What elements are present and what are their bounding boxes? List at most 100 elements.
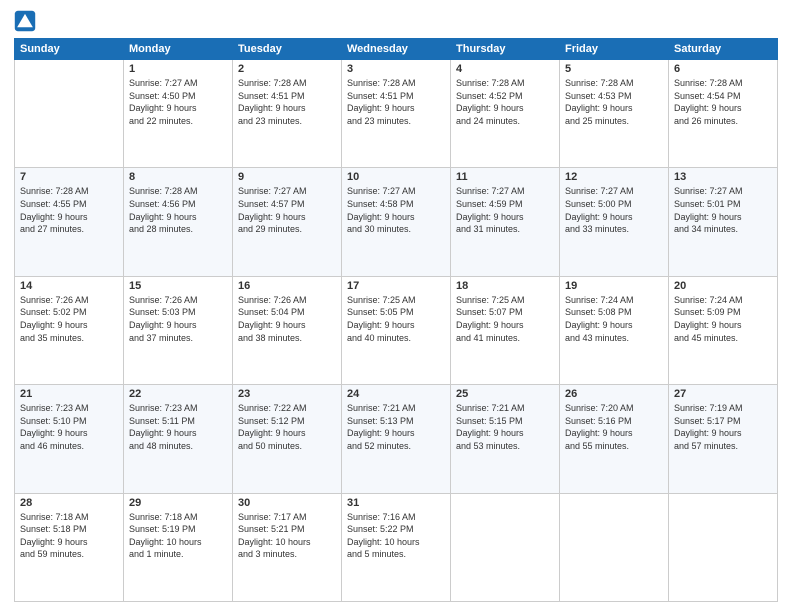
- calendar-cell: 9 Sunrise: 7:27 AMSunset: 4:57 PMDaylight…: [233, 168, 342, 276]
- logo-icon: [14, 10, 36, 32]
- calendar-cell: 18 Sunrise: 7:25 AMSunset: 5:07 PMDayligh…: [451, 276, 560, 384]
- calendar-cell: [451, 493, 560, 601]
- calendar-cell: 24 Sunrise: 7:21 AMSunset: 5:13 PMDayligh…: [342, 385, 451, 493]
- calendar-table: SundayMondayTuesdayWednesdayThursdayFrid…: [14, 38, 778, 602]
- page: SundayMondayTuesdayWednesdayThursdayFrid…: [0, 0, 792, 612]
- day-number: 10: [347, 171, 445, 183]
- day-info: Sunrise: 7:23 AMSunset: 5:11 PMDaylight:…: [129, 402, 227, 452]
- weekday-header-friday: Friday: [560, 39, 669, 60]
- calendar-cell: 8 Sunrise: 7:28 AMSunset: 4:56 PMDaylight…: [124, 168, 233, 276]
- calendar-cell: 17 Sunrise: 7:25 AMSunset: 5:05 PMDayligh…: [342, 276, 451, 384]
- day-info: Sunrise: 7:22 AMSunset: 5:12 PMDaylight:…: [238, 402, 336, 452]
- logo: [14, 10, 40, 32]
- calendar-cell: 27Sunrise: 7:19 AMSunset: 5:17 PMDayligh…: [669, 385, 778, 493]
- weekday-header-wednesday: Wednesday: [342, 39, 451, 60]
- day-info: Sunrise: 7:26 AMSunset: 5:02 PMDaylight:…: [20, 294, 118, 344]
- day-number: 9: [238, 171, 336, 183]
- day-info: Sunrise: 7:21 AMSunset: 5:13 PMDaylight:…: [347, 402, 445, 452]
- day-info: Sunrise: 7:20 AMSunset: 5:16 PMDaylight:…: [565, 402, 663, 452]
- calendar-cell: 5Sunrise: 7:28 AMSunset: 4:53 PMDaylight…: [560, 60, 669, 168]
- day-info: Sunrise: 7:27 AMSunset: 4:59 PMDaylight:…: [456, 185, 554, 235]
- day-number: 11: [456, 171, 554, 183]
- day-info: Sunrise: 7:17 AMSunset: 5:21 PMDaylight:…: [238, 511, 336, 561]
- calendar-cell: 16 Sunrise: 7:26 AMSunset: 5:04 PMDayligh…: [233, 276, 342, 384]
- day-number: 29: [129, 497, 227, 509]
- calendar-cell: 19 Sunrise: 7:24 AMSunset: 5:08 PMDayligh…: [560, 276, 669, 384]
- day-info: Sunrise: 7:27 AMSunset: 4:58 PMDaylight:…: [347, 185, 445, 235]
- day-number: 23: [238, 388, 336, 400]
- calendar-cell: [669, 493, 778, 601]
- day-info: Sunrise: 7:26 AMSunset: 5:03 PMDaylight:…: [129, 294, 227, 344]
- day-info: Sunrise: 7:25 AMSunset: 5:07 PMDaylight:…: [456, 294, 554, 344]
- calendar-cell: 7Sunrise: 7:28 AMSunset: 4:55 PMDaylight…: [15, 168, 124, 276]
- day-info: Sunrise: 7:28 AMSunset: 4:53 PMDaylight:…: [565, 77, 663, 127]
- day-number: 28: [20, 497, 118, 509]
- day-info: Sunrise: 7:18 AMSunset: 5:19 PMDaylight:…: [129, 511, 227, 561]
- calendar-cell: 10 Sunrise: 7:27 AMSunset: 4:58 PMDayligh…: [342, 168, 451, 276]
- calendar-cell: 21Sunrise: 7:23 AMSunset: 5:10 PMDayligh…: [15, 385, 124, 493]
- day-number: 20: [674, 280, 772, 292]
- day-info: Sunrise: 7:23 AMSunset: 5:10 PMDaylight:…: [20, 402, 118, 452]
- calendar-week-5: 28Sunrise: 7:18 AMSunset: 5:18 PMDayligh…: [15, 493, 778, 601]
- day-number: 16: [238, 280, 336, 292]
- day-number: 6: [674, 63, 772, 75]
- day-info: Sunrise: 7:26 AMSunset: 5:04 PMDaylight:…: [238, 294, 336, 344]
- calendar-cell: 3 Sunrise: 7:28 AMSunset: 4:51 PMDaylight…: [342, 60, 451, 168]
- day-info: Sunrise: 7:24 AMSunset: 5:08 PMDaylight:…: [565, 294, 663, 344]
- calendar-cell: 4 Sunrise: 7:28 AMSunset: 4:52 PMDaylight…: [451, 60, 560, 168]
- calendar-cell: 29 Sunrise: 7:18 AMSunset: 5:19 PMDayligh…: [124, 493, 233, 601]
- calendar-cell: 22 Sunrise: 7:23 AMSunset: 5:11 PMDayligh…: [124, 385, 233, 493]
- day-number: 25: [456, 388, 554, 400]
- day-info: Sunrise: 7:16 AMSunset: 5:22 PMDaylight:…: [347, 511, 445, 561]
- day-number: 4: [456, 63, 554, 75]
- calendar-cell: 28Sunrise: 7:18 AMSunset: 5:18 PMDayligh…: [15, 493, 124, 601]
- day-number: 1: [129, 63, 227, 75]
- calendar-cell: 30 Sunrise: 7:17 AMSunset: 5:21 PMDayligh…: [233, 493, 342, 601]
- day-number: 27: [674, 388, 772, 400]
- weekday-header-thursday: Thursday: [451, 39, 560, 60]
- calendar-cell: 31 Sunrise: 7:16 AMSunset: 5:22 PMDayligh…: [342, 493, 451, 601]
- day-number: 12: [565, 171, 663, 183]
- calendar-week-3: 14Sunrise: 7:26 AMSunset: 5:02 PMDayligh…: [15, 276, 778, 384]
- day-number: 31: [347, 497, 445, 509]
- day-info: Sunrise: 7:21 AMSunset: 5:15 PMDaylight:…: [456, 402, 554, 452]
- day-info: Sunrise: 7:28 AMSunset: 4:51 PMDaylight:…: [238, 77, 336, 127]
- calendar-cell: 11 Sunrise: 7:27 AMSunset: 4:59 PMDayligh…: [451, 168, 560, 276]
- calendar-cell: [15, 60, 124, 168]
- day-number: 24: [347, 388, 445, 400]
- calendar-week-2: 7Sunrise: 7:28 AMSunset: 4:55 PMDaylight…: [15, 168, 778, 276]
- calendar-cell: 25 Sunrise: 7:21 AMSunset: 5:15 PMDayligh…: [451, 385, 560, 493]
- day-info: Sunrise: 7:24 AMSunset: 5:09 PMDaylight:…: [674, 294, 772, 344]
- calendar-cell: 1Sunrise: 7:27 AMSunset: 4:50 PMDaylight…: [124, 60, 233, 168]
- day-number: 30: [238, 497, 336, 509]
- day-number: 8: [129, 171, 227, 183]
- day-info: Sunrise: 7:28 AMSunset: 4:52 PMDaylight:…: [456, 77, 554, 127]
- calendar-cell: 14Sunrise: 7:26 AMSunset: 5:02 PMDayligh…: [15, 276, 124, 384]
- day-number: 2: [238, 63, 336, 75]
- day-info: Sunrise: 7:28 AMSunset: 4:56 PMDaylight:…: [129, 185, 227, 235]
- calendar-week-1: 1Sunrise: 7:27 AMSunset: 4:50 PMDaylight…: [15, 60, 778, 168]
- calendar-cell: 23 Sunrise: 7:22 AMSunset: 5:12 PMDayligh…: [233, 385, 342, 493]
- header: [14, 10, 778, 32]
- day-number: 19: [565, 280, 663, 292]
- calendar-cell: 26 Sunrise: 7:20 AMSunset: 5:16 PMDayligh…: [560, 385, 669, 493]
- day-info: Sunrise: 7:28 AMSunset: 4:51 PMDaylight:…: [347, 77, 445, 127]
- calendar-cell: 6 Sunrise: 7:28 AMSunset: 4:54 PMDaylight…: [669, 60, 778, 168]
- day-info: Sunrise: 7:27 AMSunset: 5:00 PMDaylight:…: [565, 185, 663, 235]
- day-info: Sunrise: 7:27 AMSunset: 4:57 PMDaylight:…: [238, 185, 336, 235]
- day-info: Sunrise: 7:28 AMSunset: 4:54 PMDaylight:…: [674, 77, 772, 127]
- calendar-cell: 13Sunrise: 7:27 AMSunset: 5:01 PMDayligh…: [669, 168, 778, 276]
- calendar-cell: [560, 493, 669, 601]
- calendar-cell: 12 Sunrise: 7:27 AMSunset: 5:00 PMDayligh…: [560, 168, 669, 276]
- day-number: 18: [456, 280, 554, 292]
- day-number: 13: [674, 171, 772, 183]
- day-number: 3: [347, 63, 445, 75]
- weekday-header-saturday: Saturday: [669, 39, 778, 60]
- day-number: 22: [129, 388, 227, 400]
- weekday-header-sunday: Sunday: [15, 39, 124, 60]
- day-number: 26: [565, 388, 663, 400]
- day-info: Sunrise: 7:25 AMSunset: 5:05 PMDaylight:…: [347, 294, 445, 344]
- calendar-cell: 2 Sunrise: 7:28 AMSunset: 4:51 PMDaylight…: [233, 60, 342, 168]
- day-number: 7: [20, 171, 118, 183]
- day-number: 17: [347, 280, 445, 292]
